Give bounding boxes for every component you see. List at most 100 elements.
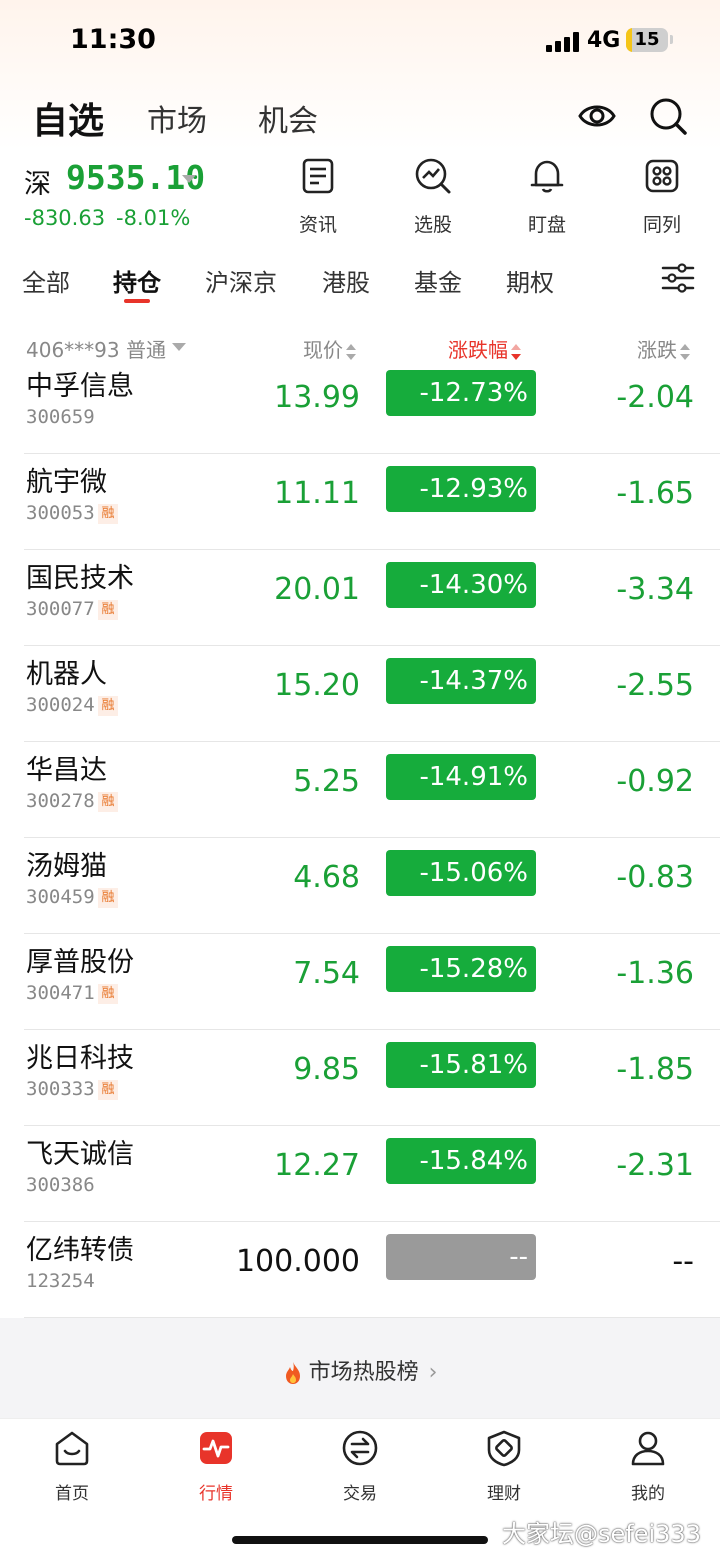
stock-change-pct[interactable]: -14.91% (386, 754, 536, 800)
margin-tag: 融 (98, 600, 118, 620)
stock-name: 华昌达 (26, 755, 107, 786)
search-icon[interactable] (648, 96, 688, 136)
stock-name: 中孚信息 (26, 371, 134, 402)
quick-stock-picker[interactable]: 选股 (393, 156, 473, 237)
nav-market[interactable]: 行情 (166, 1429, 266, 1504)
margin-tag: 融 (98, 792, 118, 812)
stock-price: 4.68 (293, 860, 360, 895)
table-row[interactable]: 汤姆猫 300459 融 4.68 -15.06% -0.83 (0, 838, 720, 934)
chevron-right-icon: › (428, 1360, 438, 1385)
nav-trade[interactable]: 交易 (310, 1429, 410, 1504)
stock-price: 7.54 (293, 956, 360, 991)
stock-name: 厚普股份 (26, 947, 134, 978)
tab-opportunity[interactable]: 机会 (258, 96, 318, 140)
table-row[interactable]: 机器人 300024 融 15.20 -14.37% -2.55 (0, 646, 720, 742)
table-row[interactable]: 厚普股份 300471 融 7.54 -15.28% -1.36 (0, 934, 720, 1030)
quick-watch[interactable]: 盯盘 (507, 156, 587, 237)
stock-change-pct[interactable]: -12.73% (386, 370, 536, 416)
stock-change-pct[interactable]: -14.30% (386, 562, 536, 608)
index-change-pct: -8.01% (116, 206, 191, 230)
index-name[interactable]: 深 (24, 162, 51, 201)
wealth-icon (487, 1430, 521, 1467)
stock-price: 15.20 (274, 668, 360, 703)
stock-change: -1.85 (616, 1052, 694, 1087)
market-icon (200, 1432, 232, 1464)
table-row[interactable]: 华昌达 300278 融 5.25 -14.91% -0.92 (0, 742, 720, 838)
stock-change: -2.04 (616, 380, 694, 415)
hot-list-label: 市场热股榜 (308, 1360, 419, 1385)
filter-settings-icon[interactable] (660, 262, 696, 294)
stock-change: -2.31 (616, 1148, 694, 1183)
stock-change: -0.92 (616, 764, 694, 799)
filter-tab-holdings[interactable]: 持仓 (113, 263, 161, 298)
active-tab-underline (124, 299, 150, 303)
quick-compare[interactable]: 同列 (622, 156, 702, 237)
quick-news[interactable]: 资讯 (278, 156, 358, 237)
stock-price: 13.99 (274, 380, 360, 415)
stock-change-pct[interactable]: -15.06% (386, 850, 536, 896)
stock-code: 300278 (26, 790, 95, 812)
stock-code: 300471 (26, 982, 95, 1004)
filter-tab-hk[interactable]: 港股 (322, 263, 370, 298)
tab-market[interactable]: 市场 (147, 96, 207, 140)
margin-tag: 融 (98, 1080, 118, 1100)
stock-code: 300386 (26, 1174, 95, 1196)
stock-code: 123254 (26, 1270, 95, 1292)
stock-name: 国民技术 (26, 563, 134, 594)
hot-list-link[interactable]: 市场热股榜 › (0, 1354, 720, 1386)
nav-market-label: 行情 (199, 1484, 233, 1504)
stock-code: 300053 (26, 502, 95, 524)
table-row[interactable]: 国民技术 300077 融 20.01 -14.30% -3.34 (0, 550, 720, 646)
filter-tab-shsz[interactable]: 沪深京 (205, 263, 277, 298)
table-row[interactable]: 中孚信息 300659 13.99 -12.73% -2.04 (0, 358, 720, 454)
margin-tag: 融 (98, 696, 118, 716)
table-row[interactable]: 亿纬转债 123254 100.000 -- -- (0, 1222, 720, 1318)
stock-change-pct[interactable]: -12.93% (386, 466, 536, 512)
stock-code: 300333 (26, 1078, 95, 1100)
watermark: 大家坛@sefei333 (502, 1520, 701, 1548)
table-row[interactable]: 航宇微 300053 融 11.11 -12.93% -1.65 (0, 454, 720, 550)
stock-name: 飞天诚信 (26, 1139, 134, 1170)
filter-tab-options[interactable]: 期权 (506, 263, 554, 298)
eye-icon[interactable] (577, 96, 617, 136)
battery-level: 15 (634, 29, 660, 50)
nav-wealth[interactable]: 理财 (454, 1429, 554, 1504)
status-time: 11:30 (70, 24, 156, 55)
account-dropdown-icon[interactable] (172, 343, 186, 351)
nav-home-label: 首页 (55, 1484, 89, 1504)
network-type: 4G (587, 28, 621, 53)
bell-icon (530, 160, 564, 193)
trade-icon (342, 1430, 378, 1466)
stock-name: 航宇微 (26, 467, 107, 498)
filter-tab-all[interactable]: 全部 (22, 263, 70, 298)
stock-price: 9.85 (293, 1052, 360, 1087)
battery-icon: 15 (626, 28, 668, 52)
margin-tag: 融 (98, 888, 118, 908)
stock-change-pct[interactable]: -14.37% (386, 658, 536, 704)
stock-price: 5.25 (293, 764, 360, 799)
battery-tip (670, 35, 673, 44)
stock-change-pct[interactable]: -- (386, 1234, 536, 1280)
stock-change-pct[interactable]: -15.81% (386, 1042, 536, 1088)
stock-code: 300659 (26, 406, 95, 428)
stock-change-pct[interactable]: -15.84% (386, 1138, 536, 1184)
stock-code: 300077 (26, 598, 95, 620)
stock-price: 100.000 (235, 1244, 360, 1279)
tab-watchlist[interactable]: 自选 (32, 92, 104, 144)
stock-price: 20.01 (274, 572, 360, 607)
index-dropdown-icon[interactable] (182, 175, 196, 183)
table-row[interactable]: 飞天诚信 300386 12.27 -15.84% -2.31 (0, 1126, 720, 1222)
nav-profile[interactable]: 我的 (598, 1429, 698, 1504)
stock-change: -1.36 (616, 956, 694, 991)
stock-price: 12.27 (274, 1148, 360, 1183)
filter-tab-funds[interactable]: 基金 (414, 263, 462, 298)
nav-home[interactable]: 首页 (22, 1429, 122, 1504)
table-row[interactable]: 兆日科技 300333 融 9.85 -15.81% -1.85 (0, 1030, 720, 1126)
stock-code: 300459 (26, 886, 95, 908)
quick-compare-label: 同列 (642, 214, 681, 236)
quick-stock-picker-label: 选股 (413, 214, 452, 236)
stock-change: -2.55 (616, 668, 694, 703)
cellular-signal-icon (546, 32, 580, 52)
stock-change-pct[interactable]: -15.28% (386, 946, 536, 992)
home-indicator (232, 1536, 488, 1544)
